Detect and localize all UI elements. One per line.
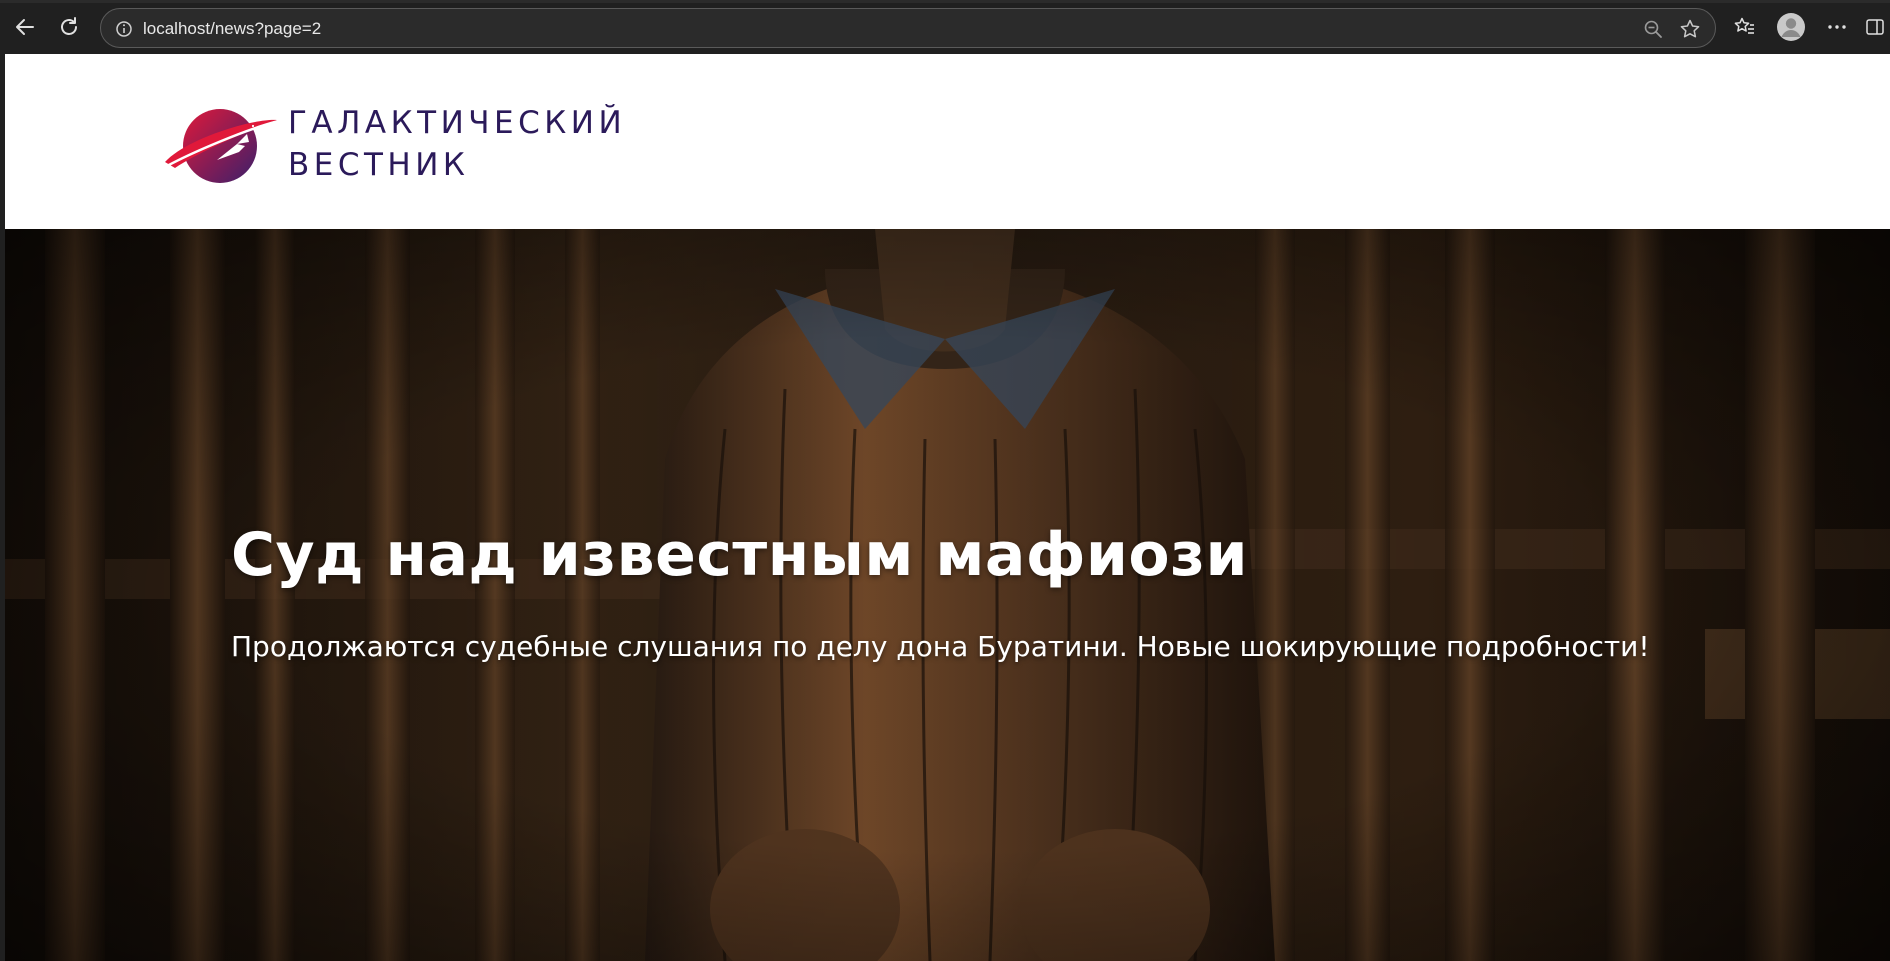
hero-title[interactable]: Суд над известным мафиози	[231, 519, 1248, 591]
more-button[interactable]	[1820, 10, 1854, 44]
reload-icon	[61, 17, 77, 35]
hero-overlay	[5, 229, 1890, 961]
address-bar[interactable]: localhost/news?page=2	[100, 8, 1716, 48]
rocket-planet-logo-icon	[165, 109, 277, 183]
back-button[interactable]	[8, 10, 42, 44]
logo-line-2: ВЕСТНИК	[288, 147, 470, 183]
reload-button[interactable]	[52, 10, 86, 44]
hero-subtitle: Продолжаются судебные слушания по делу д…	[231, 630, 1650, 663]
site-logo[interactable]: ГАЛАКТИЧЕСКИЙ ВЕСТНИК	[165, 100, 625, 190]
web-page: ГАЛАКТИЧЕСКИЙ ВЕСТНИК Суд над известным …	[5, 54, 1890, 961]
favorites-button[interactable]	[1728, 10, 1762, 44]
info-icon	[116, 21, 132, 37]
more-dots-icon	[1828, 25, 1846, 29]
address-url[interactable]: localhost/news?page=2	[143, 18, 321, 40]
hero-banner[interactable]: Суд над известным мафиози Продолжаются с…	[5, 229, 1890, 961]
profile-avatar-icon	[1777, 13, 1805, 41]
favorites-icon	[1734, 17, 1754, 34]
sidebar-icon	[1866, 19, 1884, 35]
zoom-out-icon	[1644, 20, 1662, 38]
site-header: ГАЛАКТИЧЕСКИЙ ВЕСТНИК	[5, 54, 1890, 229]
star-icon	[1680, 19, 1700, 38]
site-info-button[interactable]	[113, 18, 135, 40]
back-arrow-icon	[16, 19, 34, 35]
tab-strip	[0, 0, 1890, 3]
add-favorite-button[interactable]	[1678, 17, 1702, 41]
logo-line-1: ГАЛАКТИЧЕСКИЙ	[288, 105, 627, 141]
logo-text: ГАЛАКТИЧЕСКИЙ ВЕСТНИК	[288, 102, 626, 186]
zoom-button[interactable]	[1641, 17, 1665, 41]
profile-button[interactable]	[1774, 10, 1808, 44]
sidebar-button[interactable]	[1860, 10, 1890, 44]
browser-toolbar: localhost/news?page=2	[0, 0, 1890, 54]
